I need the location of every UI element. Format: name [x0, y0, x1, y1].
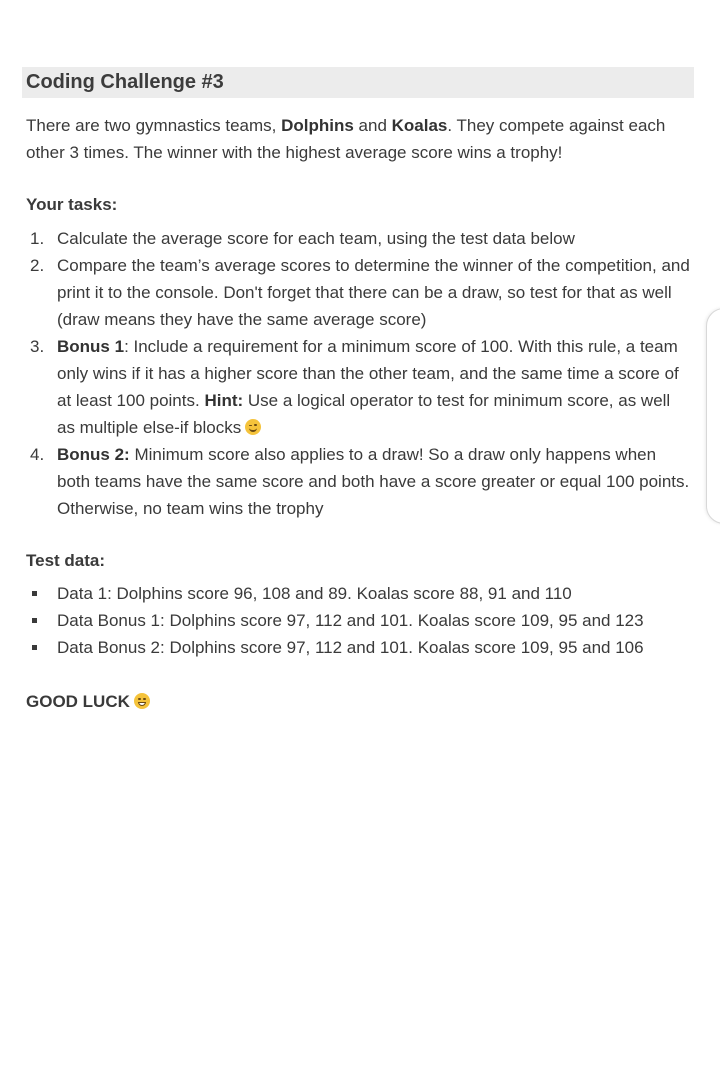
task-item-3: 3. Bonus 1: Include a requirement for a … [0, 333, 700, 441]
task-item-1: 1. Calculate the average score for each … [0, 225, 700, 252]
intro-text-1: There are two gymnastics teams, [26, 116, 282, 135]
test-data-text: Data 1: Dolphins score 96, 108 and 89. K… [57, 584, 572, 603]
task-number: 3. [30, 337, 45, 356]
intro-text-2: and [353, 116, 392, 135]
test-data-list: Data 1: Dolphins score 96, 108 and 89. K… [0, 580, 700, 661]
task-bonus-label: Bonus 2: [57, 445, 130, 464]
task-text: Compare the team’s average scores to det… [57, 256, 690, 329]
test-data-text: Data Bonus 1: Dolphins score 97, 112 and… [57, 611, 644, 630]
task-hint-label: Hint: [204, 391, 244, 410]
good-luck-text: GOOD LUCK [26, 690, 150, 714]
tasks-heading: Your tasks: [26, 195, 118, 214]
page-title: Coding Challenge #3 [26, 71, 224, 93]
test-data-item: Data 1: Dolphins score 96, 108 and 89. K… [0, 580, 700, 607]
team-name-koalas: Koalas [391, 116, 448, 135]
intro-paragraph: There are two gymnastics teams, Dolphins… [26, 112, 696, 166]
task-text: Minimum score also applies to a draw! So… [57, 445, 690, 518]
wink-emoji-icon [245, 419, 262, 435]
task-number: 1. [30, 229, 45, 248]
side-panel-edge[interactable] [706, 308, 720, 524]
test-data-text: Data Bonus 2: Dolphins score 97, 112 and… [57, 638, 644, 657]
task-text: Calculate the average score for each tea… [57, 229, 575, 248]
task-number: 4. [30, 445, 45, 464]
document-page: Coding Challenge #3 There are two gymnas… [0, 0, 720, 1073]
title-bar: Coding Challenge #3 [22, 67, 694, 98]
task-number: 2. [30, 256, 45, 275]
task-item-2: 2. Compare the team’s average scores to … [0, 252, 700, 333]
good-luck-label: GOOD LUCK [26, 692, 130, 711]
task-bonus-label: Bonus 1 [57, 337, 125, 356]
square-bullet-icon [32, 645, 37, 650]
test-data-heading: Test data: [26, 551, 106, 570]
task-item-4: 4. Bonus 2: Minimum score also applies t… [0, 441, 700, 522]
square-bullet-icon [32, 591, 37, 596]
test-data-item: Data Bonus 1: Dolphins score 97, 112 and… [0, 607, 700, 634]
tasks-list: 1. Calculate the average score for each … [0, 225, 700, 522]
test-data-item: Data Bonus 2: Dolphins score 97, 112 and… [0, 634, 700, 661]
grin-emoji-icon [133, 693, 150, 709]
team-name-dolphins: Dolphins [281, 116, 354, 135]
square-bullet-icon [32, 618, 37, 623]
